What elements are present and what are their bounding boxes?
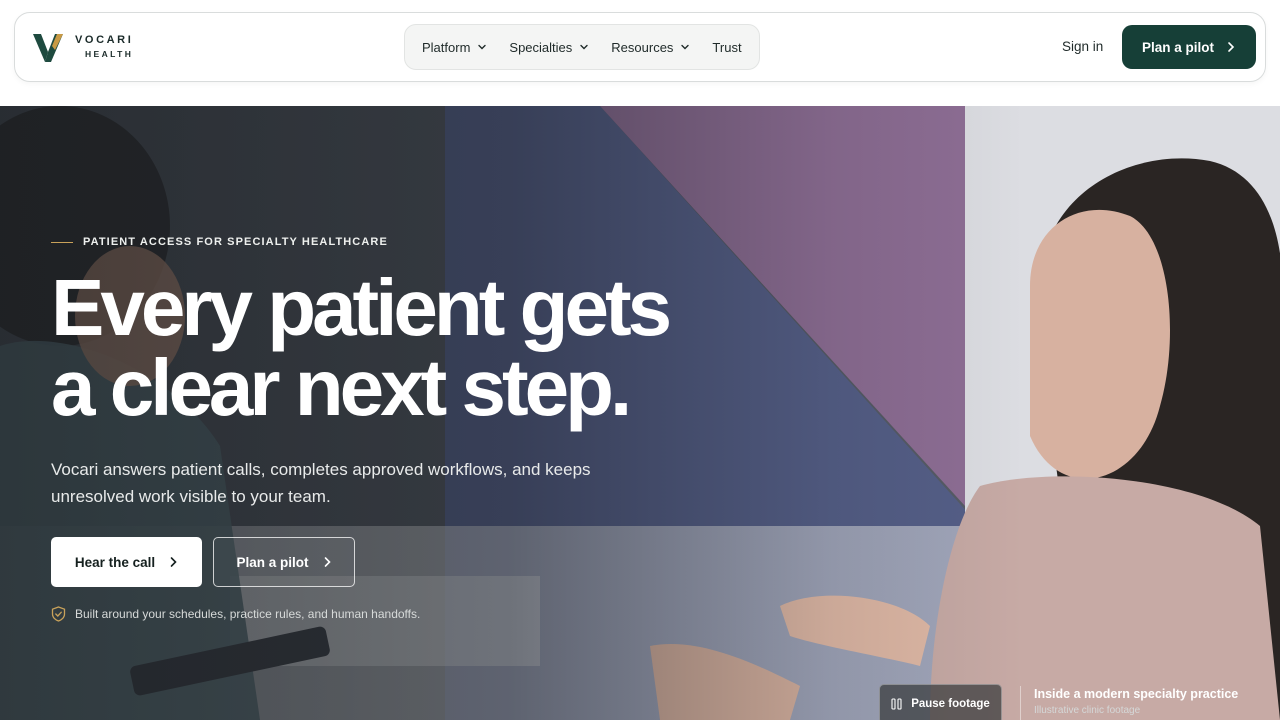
hero-subtext: Vocari answers patient calls, completes … xyxy=(51,460,591,506)
nav-item-platform[interactable]: Platform xyxy=(411,30,498,64)
headline-line-1: Every patient gets xyxy=(51,263,672,352)
pause-icon xyxy=(891,698,902,710)
nav-item-trust[interactable]: Trust xyxy=(701,30,752,64)
caption-title: Inside a modern specialty practice xyxy=(1034,687,1239,701)
chevron-right-icon xyxy=(170,557,177,567)
brand-logo[interactable]: VOCARI HEALTH xyxy=(33,30,133,64)
caption-divider xyxy=(1020,686,1021,720)
assurance-text: Built around your schedules, practice ru… xyxy=(75,607,421,621)
site-header: VOCARI HEALTH Platform Specialties Resou… xyxy=(14,12,1266,82)
pause-footage-button[interactable]: Pause footage xyxy=(879,684,1002,720)
chevron-down-icon xyxy=(580,44,588,50)
brand-sub: HEALTH xyxy=(85,49,134,60)
hero-assurance: Built around your schedules, practice ru… xyxy=(51,606,420,622)
hear-the-call-button[interactable]: Hear the call xyxy=(51,537,202,587)
plan-pilot-hero-button[interactable]: Plan a pilot xyxy=(213,537,355,587)
chevron-right-icon xyxy=(324,557,331,567)
hero-headline: Every patient gets a clear next step. xyxy=(51,268,751,428)
button-label: Hear the call xyxy=(74,554,156,570)
chevron-right-icon xyxy=(1228,42,1235,52)
nav-item-specialties[interactable]: Specialties xyxy=(498,30,600,64)
headline-line-2: a clear next step. xyxy=(51,343,632,432)
chevron-down-icon xyxy=(478,44,487,50)
brand-wordmark: VOCARI HEALTH xyxy=(75,35,133,59)
eyebrow-text: PATIENT ACCESS FOR SPECIALTY HEALTHCARE xyxy=(83,236,388,248)
plan-pilot-header-button[interactable]: Plan a pilot xyxy=(1122,25,1256,69)
nav-label: Resources xyxy=(611,39,674,55)
nav-label: Platform xyxy=(422,39,471,55)
chevron-down-icon xyxy=(681,44,690,50)
button-label: Pause footage xyxy=(911,698,990,710)
main-nav: Platform Specialties Resources Trust xyxy=(404,24,760,70)
button-label: Plan a pilot xyxy=(236,554,309,570)
brand-name: VOCARI xyxy=(75,34,134,47)
shield-check-icon xyxy=(51,606,66,622)
nav-label: Specialties xyxy=(509,39,573,55)
vocari-v-mark-icon xyxy=(33,34,63,62)
caption-subtitle: Illustrative clinic footage xyxy=(1034,705,1141,716)
hero-eyebrow: PATIENT ACCESS FOR SPECIALTY HEALTHCARE xyxy=(51,236,388,248)
nav-label: Trust xyxy=(712,39,742,55)
header-region: VOCARI HEALTH Platform Specialties Resou… xyxy=(0,0,1280,106)
eyebrow-rule xyxy=(51,241,73,243)
nav-item-resources[interactable]: Resources xyxy=(600,30,701,64)
button-label: Plan a pilot xyxy=(1141,39,1214,55)
sign-in-link[interactable]: Sign in xyxy=(1062,39,1103,54)
hero-section: PATIENT ACCESS FOR SPECIALTY HEALTHCARE … xyxy=(0,106,1280,720)
footage-caption: Inside a modern specialty practice Illus… xyxy=(1034,687,1238,716)
